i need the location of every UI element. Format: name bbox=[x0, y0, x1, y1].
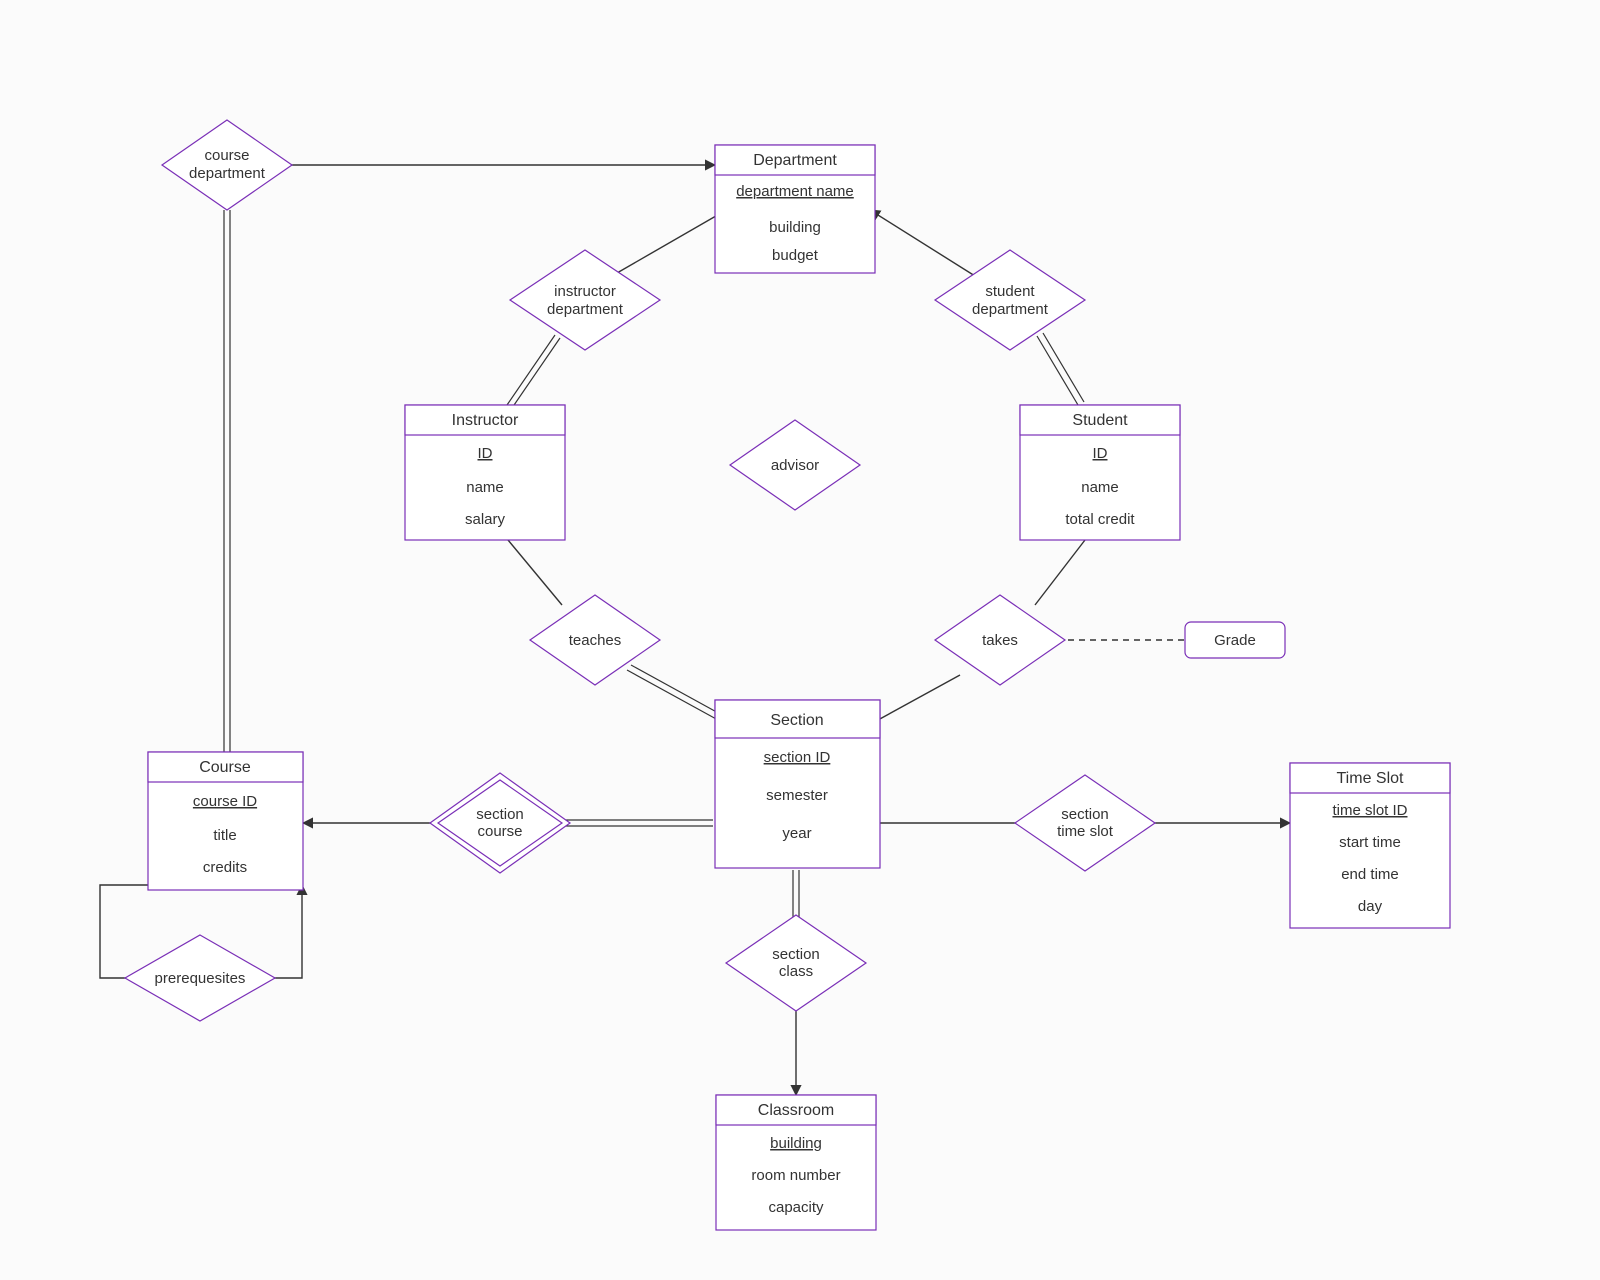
svg-text:Time Slot: Time Slot bbox=[1337, 770, 1405, 787]
svg-text:ID: ID bbox=[478, 445, 493, 462]
svg-text:title: title bbox=[213, 827, 236, 844]
svg-text:Grade: Grade bbox=[1214, 632, 1256, 649]
svg-text:Student: Student bbox=[1072, 412, 1128, 429]
entity-classroom: Classroom building room number capacity bbox=[716, 1095, 876, 1230]
svg-text:time slot ID: time slot ID bbox=[1332, 802, 1407, 819]
svg-text:ID: ID bbox=[1093, 445, 1108, 462]
svg-text:Classroom: Classroom bbox=[758, 1102, 834, 1119]
svg-text:building: building bbox=[770, 1135, 822, 1152]
svg-text:day: day bbox=[1358, 898, 1383, 915]
rel-section-class: section class bbox=[726, 915, 866, 1011]
svg-text:section: section bbox=[772, 946, 820, 963]
edge-takes-to-section bbox=[878, 675, 960, 720]
svg-text:Instructor: Instructor bbox=[452, 412, 519, 429]
svg-text:capacity: capacity bbox=[768, 1199, 824, 1216]
entity-student: Student ID name total credit bbox=[1020, 405, 1180, 540]
svg-text:department: department bbox=[972, 301, 1049, 318]
svg-text:budget: budget bbox=[772, 247, 819, 264]
rel-advisor: advisor bbox=[730, 420, 860, 510]
svg-text:end time: end time bbox=[1341, 866, 1399, 883]
rel-course-department: course department bbox=[162, 120, 292, 210]
rel-section-time-slot: section time slot bbox=[1015, 775, 1155, 871]
svg-text:department: department bbox=[189, 165, 266, 182]
svg-text:department name: department name bbox=[736, 183, 854, 200]
edge-instructor-department-to-instructor-b bbox=[512, 338, 560, 408]
svg-text:instructor: instructor bbox=[554, 283, 616, 300]
svg-text:takes: takes bbox=[982, 632, 1018, 649]
svg-text:Course: Course bbox=[199, 759, 251, 776]
svg-text:start time: start time bbox=[1339, 834, 1401, 851]
svg-text:name: name bbox=[1081, 479, 1119, 496]
edge-teaches-to-section-b bbox=[631, 665, 722, 715]
svg-text:class: class bbox=[779, 963, 813, 980]
svg-text:section ID: section ID bbox=[764, 749, 831, 766]
svg-text:credits: credits bbox=[203, 859, 247, 876]
svg-text:Department: Department bbox=[753, 152, 837, 169]
rel-teaches: teaches bbox=[530, 595, 660, 685]
entity-department: Department department name building budg… bbox=[715, 145, 875, 273]
edge-prereq-right bbox=[267, 885, 302, 978]
svg-text:course: course bbox=[477, 823, 522, 840]
svg-text:advisor: advisor bbox=[771, 457, 819, 474]
svg-text:year: year bbox=[782, 825, 811, 842]
svg-text:prerequesites: prerequesites bbox=[155, 970, 246, 987]
svg-text:time slot: time slot bbox=[1057, 823, 1114, 840]
svg-text:room number: room number bbox=[751, 1167, 840, 1184]
rel-instructor-department: instructor department bbox=[510, 250, 660, 350]
edge-student-department-to-department bbox=[870, 210, 975, 276]
svg-text:student: student bbox=[985, 283, 1035, 300]
svg-text:semester: semester bbox=[766, 787, 828, 804]
svg-text:name: name bbox=[466, 479, 504, 496]
edge-student-department-to-student-a bbox=[1037, 336, 1078, 405]
rel-takes: takes bbox=[935, 595, 1065, 685]
svg-text:salary: salary bbox=[465, 511, 506, 528]
svg-text:department: department bbox=[547, 301, 624, 318]
edge-teaches-to-section-a bbox=[627, 670, 718, 720]
edge-takes-to-student bbox=[1035, 540, 1085, 605]
entity-section: Section section ID semester year bbox=[715, 700, 880, 868]
rel-prerequisites: prerequesites bbox=[125, 935, 275, 1021]
entity-course: Course course ID title credits bbox=[148, 752, 303, 890]
entity-timeslot: Time Slot time slot ID start time end ti… bbox=[1290, 763, 1450, 928]
svg-text:course ID: course ID bbox=[193, 793, 257, 810]
edge-teaches-to-instructor bbox=[508, 540, 562, 605]
svg-text:teaches: teaches bbox=[569, 632, 622, 649]
attr-grade: Grade bbox=[1185, 622, 1285, 658]
entity-instructor: Instructor ID name salary bbox=[405, 405, 565, 540]
svg-text:section: section bbox=[476, 806, 524, 823]
edge-student-department-to-student-b bbox=[1043, 333, 1084, 402]
svg-text:section: section bbox=[1061, 806, 1109, 823]
rel-section-course: section course bbox=[430, 773, 570, 873]
svg-text:course: course bbox=[204, 147, 249, 164]
er-diagram: course department instructor department … bbox=[0, 0, 1600, 1280]
svg-text:Section: Section bbox=[770, 712, 823, 729]
edge-instructor-department-to-instructor-a bbox=[507, 335, 555, 405]
svg-text:total credit: total credit bbox=[1065, 511, 1135, 528]
svg-text:building: building bbox=[769, 219, 821, 236]
